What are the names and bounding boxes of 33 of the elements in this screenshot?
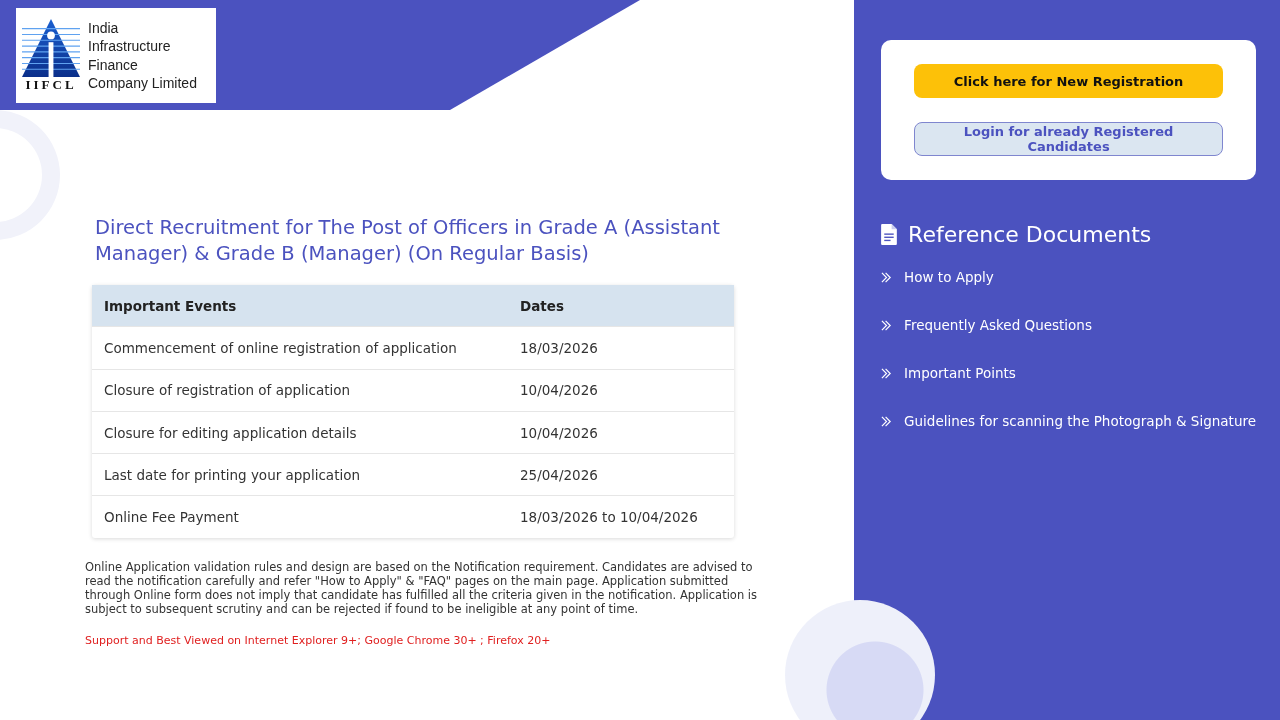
table-cell-text: 18/03/2026 xyxy=(519,339,599,356)
browser-support-note: Support and Best Viewed on Internet Explorer 9+; Google Chrome 30+ ; Firefox 20+ xyxy=(85,633,552,647)
company-name-line: Company Limited xyxy=(88,74,197,93)
document-link[interactable]: How to Apply xyxy=(904,269,994,285)
document-link[interactable]: Frequently Asked Questions xyxy=(904,317,1092,333)
table-cell-text: Closure for editing application details xyxy=(103,424,358,441)
document-icon xyxy=(881,224,899,245)
double-chevron-icon xyxy=(881,367,893,379)
column-header: Dates xyxy=(519,297,565,314)
table-cell-text: 10/04/2026 xyxy=(519,424,599,441)
table-cell-text: Closure of registration of application xyxy=(103,382,352,399)
table-cell-text: 25/04/2026 xyxy=(519,466,599,483)
new-registration-button[interactable]: Click here for New Registration xyxy=(914,64,1224,98)
double-chevron-icon xyxy=(881,319,893,331)
column-header: Important Events xyxy=(103,297,238,314)
table-cell-text: 18/03/2026 to 10/04/2026 xyxy=(519,509,699,526)
document-link[interactable]: Important Points xyxy=(904,365,1016,381)
company-name-line: Finance xyxy=(88,55,139,74)
logo-icon xyxy=(22,18,80,77)
table-cell-text: 10/04/2026 xyxy=(519,382,599,399)
table-cell-text: Online Fee Payment xyxy=(103,509,240,526)
table-cell-text: Last date for printing your application xyxy=(103,466,361,483)
page-title: Direct Recruitment for The Post of Officers in Grade A (Assistant Manager) & Grade B (Manager) (On Regular Basis) xyxy=(95,215,721,267)
company-name-line: India xyxy=(88,18,120,37)
logo-abbreviation: IIFCL xyxy=(25,76,77,93)
section-heading: Reference Documents xyxy=(908,222,1152,247)
document-link[interactable]: Guidelines for scanning the Photograph & Signature xyxy=(904,413,1256,429)
double-chevron-icon xyxy=(881,271,893,283)
notice-paragraph: Online Application validation rules and design are based on the Notification requirement. Candidates are advised to read the notification carefully and refer "How to Apply" & "FAQ" pages on the main page. Application submitted through Online form does not imply that candidate has fulfilled all the criteria given in the notification. Application is subject to subsequent scrutiny and can be rejected if found to be ineligible at any point of time. xyxy=(85,559,759,616)
table-cell-text: Commencement of online registration of application xyxy=(103,339,458,356)
company-name-line: Infrastructure xyxy=(88,37,172,56)
login-button[interactable]: Login for already Registered Candidates xyxy=(914,122,1224,156)
double-chevron-icon xyxy=(881,415,893,427)
